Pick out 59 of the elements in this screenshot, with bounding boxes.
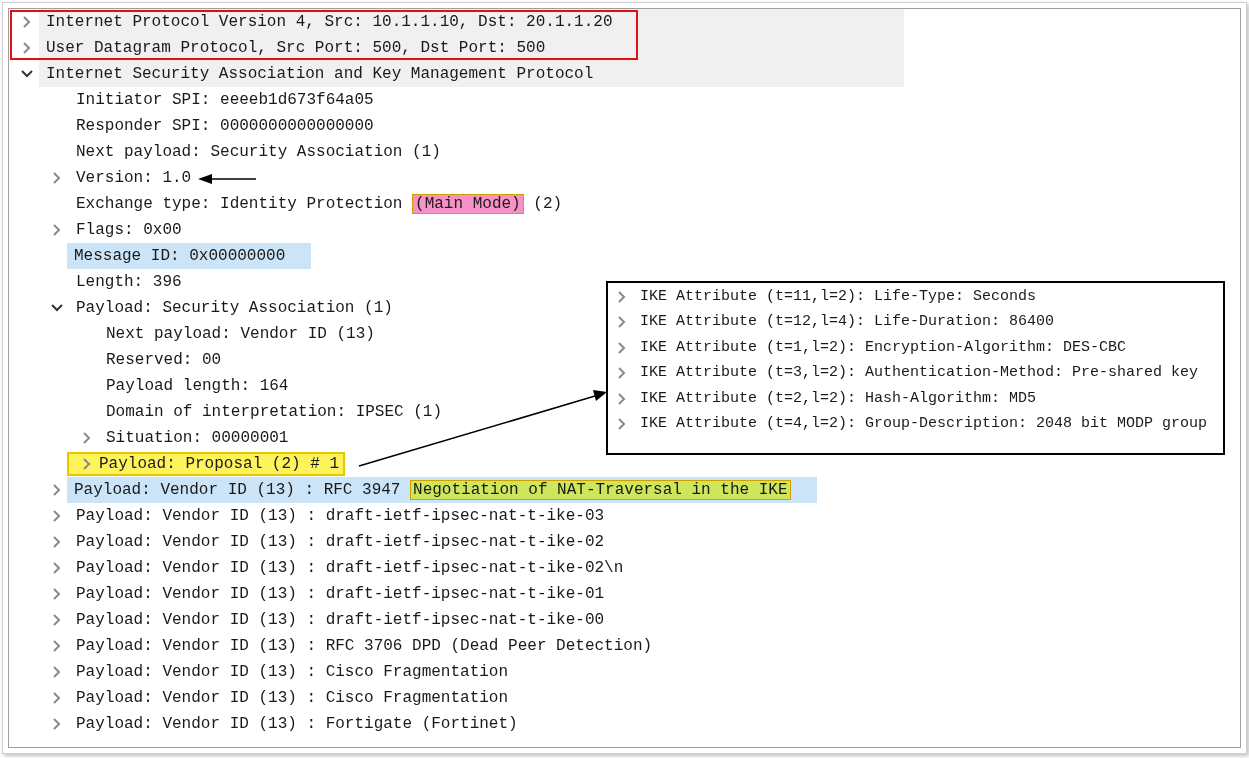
- attribute-label: IKE Attribute (t=12,l=4): Life-Duration: 86400: [640, 312, 1055, 332]
- tree-item-label: Internet Security Association and Key Management Protocol: [46, 64, 594, 85]
- tree-item-label: User Datagram Protocol, Src Port: 500, Dst Port: 500: [46, 38, 546, 59]
- expand-chevron-icon[interactable]: [53, 510, 61, 522]
- expand-chevron-icon[interactable]: [83, 458, 91, 470]
- expand-chevron-icon[interactable]: [53, 718, 61, 730]
- tree-item-label: Payload: Security Association (1): [76, 298, 393, 319]
- tree-item-label: Responder SPI: 0000000000000000: [76, 116, 374, 137]
- attribute-label: IKE Attribute (t=11,l=2): Life-Type: Seconds: [640, 286, 1037, 307]
- pointer-arrow: [198, 174, 257, 184]
- attribute-label: IKE Attribute (t=1,l=2): Encryption-Algorithm: DES-CBC: [640, 337, 1127, 358]
- tree-item-label: Payload: Vendor ID (13) : draft-ietf-ipsec-nat-t-ike-02\n: [76, 558, 624, 579]
- expand-chevron-icon[interactable]: [53, 562, 61, 574]
- tree-item-label: Reserved: 00: [106, 350, 222, 371]
- tree-item-label: Length: 396: [76, 272, 182, 293]
- tree-item-label: Payload length: 164: [106, 376, 289, 397]
- attribute-label: IKE Attribute (t=3,l=2): Authentication-Method: Pre-shared key: [640, 363, 1199, 383]
- expand-chevron-icon[interactable]: [23, 42, 31, 54]
- tree-item-label: Payload: Vendor ID (13) : Fortigate (Fortinet): [76, 714, 518, 735]
- expand-chevron-icon[interactable]: [53, 640, 61, 652]
- tree-item-label: Exchange type: Identity Protection (Main Mode) (2): [76, 193, 563, 216]
- expand-chevron-icon[interactable]: [618, 290, 626, 303]
- expand-chevron-icon[interactable]: [53, 588, 61, 600]
- expand-chevron-icon[interactable]: [53, 536, 61, 548]
- expand-chevron-icon[interactable]: [83, 432, 91, 444]
- tree-item-label: Situation: 00000001: [106, 428, 289, 449]
- collapse-chevron-icon[interactable]: [51, 304, 63, 312]
- attribute-label: IKE Attribute (t=4,l=2): Group-Description: 2048 bit MODP group: [640, 414, 1208, 434]
- tree-item-label: Payload: Vendor ID (13) : draft-ietf-ipsec-nat-t-ike-02: [76, 532, 605, 553]
- tree-item-label: Domain of interpretation: IPSEC (1): [106, 402, 443, 423]
- expand-chevron-icon[interactable]: [53, 666, 61, 678]
- expand-chevron-icon[interactable]: [618, 392, 626, 405]
- expand-chevron-icon[interactable]: [53, 224, 61, 236]
- tree-item-label: Next payload: Security Association (1): [76, 142, 441, 163]
- expand-chevron-icon[interactable]: [618, 316, 626, 329]
- collapse-chevron-icon[interactable]: [21, 70, 33, 78]
- expand-chevron-icon[interactable]: [23, 16, 31, 28]
- tree-item-label: Next payload: Vendor ID (13): [106, 324, 375, 345]
- tree-item-label: Payload: Vendor ID (13) : draft-ietf-ipsec-nat-t-ike-01: [76, 584, 605, 605]
- tree-item-label: Payload: Proposal (2) # 1: [99, 454, 340, 475]
- tree-item-label: Payload: Vendor ID (13) : draft-ietf-ipsec-nat-t-ike-03: [76, 506, 605, 527]
- tree-item-label: Payload: Vendor ID (13) : RFC 3947 Negotiation of NAT-Traversal in the IKE: [74, 478, 791, 502]
- expand-chevron-icon[interactable]: [53, 614, 61, 626]
- expand-chevron-icon[interactable]: [618, 367, 626, 380]
- expand-chevron-icon[interactable]: [53, 172, 61, 184]
- expand-chevron-icon[interactable]: [618, 341, 626, 354]
- tree-item-label: Version: 1.0: [76, 168, 192, 189]
- tree-item-label: Flags: 0x00: [76, 220, 182, 241]
- tree-item-label: Payload: Vendor ID (13) : RFC 3706 DPD (Dead Peer Detection): [76, 636, 653, 657]
- expand-chevron-icon[interactable]: [618, 418, 626, 431]
- attribute-label: IKE Attribute (t=2,l=2): Hash-Algorithm: MD5: [640, 388, 1037, 409]
- tree-item-label: Payload: Vendor ID (13) : Cisco Fragmentation: [76, 662, 509, 683]
- tree-item-label: Initiator SPI: eeeeb1d673f64a05: [76, 90, 374, 111]
- expand-chevron-icon[interactable]: [53, 484, 61, 496]
- expand-chevron-icon[interactable]: [53, 692, 61, 704]
- tree-item-label: Payload: Vendor ID (13) : draft-ietf-ipsec-nat-t-ike-00: [76, 610, 605, 631]
- tree-item-label: Internet Protocol Version 4, Src: 10.1.1.10, Dst: 20.1.1.20: [46, 12, 613, 33]
- tree-item-label: Message ID: 0x00000000: [74, 246, 286, 267]
- tree-item-label: Payload: Vendor ID (13) : Cisco Fragmentation: [76, 688, 509, 709]
